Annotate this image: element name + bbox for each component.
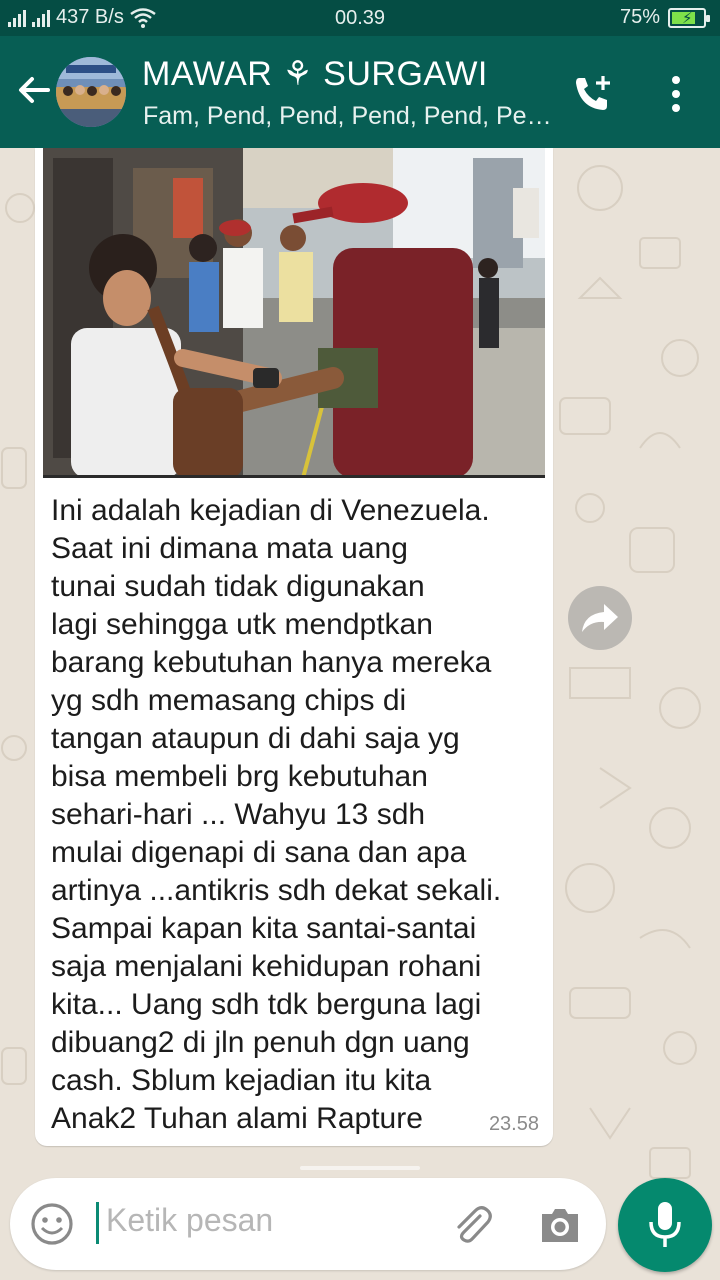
message-composer[interactable]: Ketik pesan [10,1178,606,1270]
chat-area[interactable]: Ini adalah kejadian di Venezuela. Saat i… [0,148,720,1280]
battery-icon: ⚡ [668,7,710,28]
add-call-icon[interactable] [570,72,614,116]
share-arrow-icon [582,604,618,632]
message-time: 23.58 [488,1113,539,1135]
more-vert-icon[interactable] [664,74,688,114]
mic-icon [649,1202,681,1247]
attach-icon[interactable] [450,1202,494,1246]
chat-header: MAWAR ⚘ SURGAWI Fam, Pend, Pend, Pend, P… [0,36,720,148]
charging-icon: ⚡ [682,9,693,27]
forward-button[interactable] [568,586,632,650]
camera-icon[interactable] [538,1204,582,1246]
back-arrow-icon[interactable] [14,70,54,110]
text-cursor [96,1202,99,1244]
scroll-indicator [300,1166,420,1170]
message-photo[interactable] [43,148,545,478]
message-bubble[interactable]: Ini adalah kejadian di Venezuela. Saat i… [35,148,553,1146]
message-text: Ini adalah kejadian di Venezuela. Saat i… [51,494,502,1135]
chat-title[interactable]: MAWAR ⚘ SURGAWI [142,54,488,94]
chat-members[interactable]: Fam, Pend, Pend, Pend, Pend, Pe… [143,102,552,131]
battery-percent: 75% [619,6,660,28]
mic-button[interactable] [618,1178,712,1272]
status-bar: 437 B/s 00.39 75% ⚡ [0,0,720,36]
clock: 00.39 [334,7,386,29]
message-input[interactable]: Ketik pesan [106,1202,273,1239]
emoji-icon[interactable] [30,1202,74,1246]
status-right: 75% ⚡ [619,6,710,29]
group-avatar[interactable] [56,57,126,127]
